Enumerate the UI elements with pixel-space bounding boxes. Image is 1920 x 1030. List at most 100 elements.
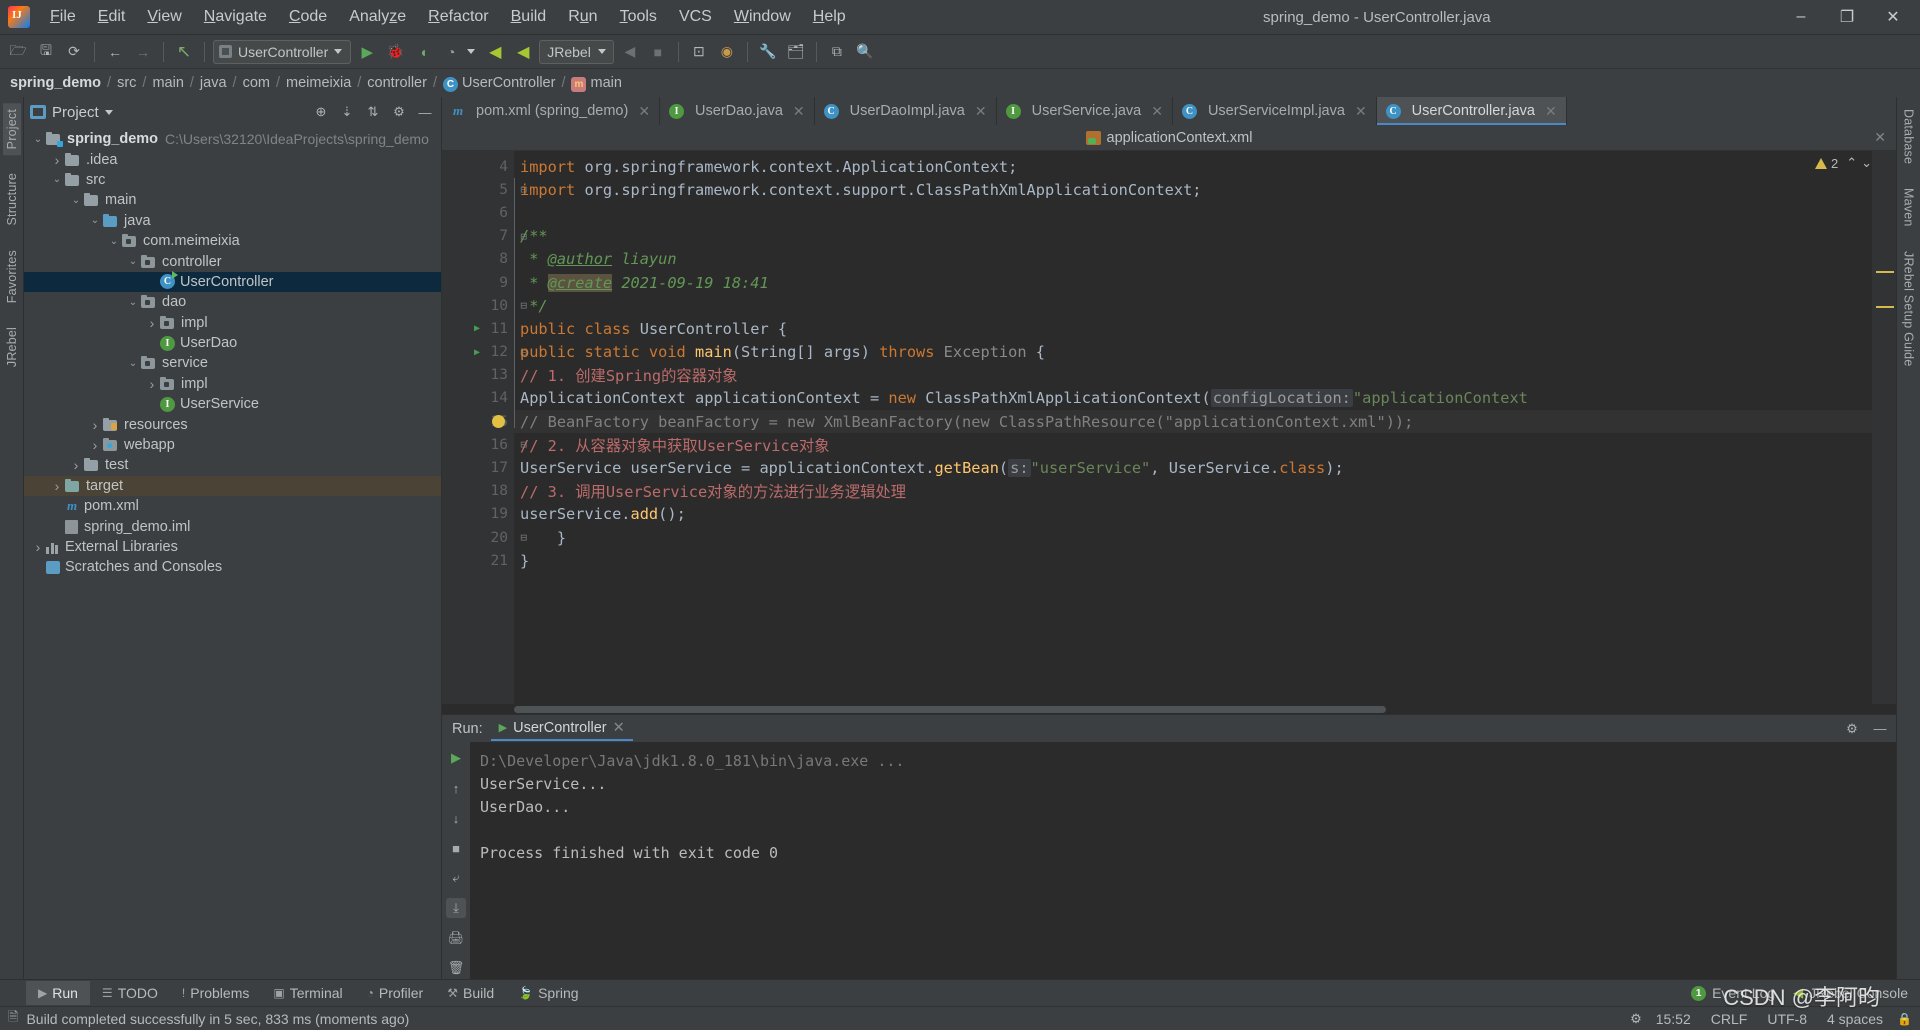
chevron-down-icon[interactable] [104, 109, 113, 115]
structure-icon[interactable]: ◉ [715, 40, 739, 64]
gutter-line-18[interactable]: 18 [442, 480, 514, 503]
forward-arrow-icon[interactable]: → [131, 40, 155, 64]
back-arrow-icon[interactable]: ← [103, 40, 127, 64]
breadcrumb-item-meimeixia[interactable]: meimeixia [286, 75, 351, 91]
editor-tab-usercontroller[interactable]: C UserController.java ✕ [1376, 97, 1567, 125]
tree-node-external-libraries[interactable]: › External Libraries [24, 537, 441, 557]
update-app-icon[interactable]: ◀ [618, 40, 642, 64]
editor-tab-pom[interactable]: m pom.xml (spring_demo) ✕ [442, 97, 661, 125]
close-icon[interactable]: ✕ [793, 103, 805, 120]
gutter-line-6[interactable]: 6 [442, 201, 514, 224]
bottom-tab-profiler[interactable]: ◔ Profiler [355, 981, 436, 1005]
chevron-right-icon[interactable]: › [68, 457, 84, 473]
breadcrumb-separator[interactable]: / [354, 75, 364, 91]
tree-node-main[interactable]: ⌄ main [24, 190, 441, 210]
chevron-right-icon[interactable]: › [87, 437, 103, 453]
chevron-down-icon[interactable]: ⌄ [1861, 155, 1872, 171]
horizontal-scrollbar[interactable] [442, 704, 1896, 714]
menu-build[interactable]: Build [501, 4, 557, 30]
editor-tab-userdao[interactable]: I UserDao.java ✕ [660, 97, 815, 125]
menu-navigate[interactable]: Navigate [194, 4, 277, 30]
code-editor[interactable]: 45⊟67⊟8910⊟▶11▶12⊟131415⊟16⊟17181920⊟21 … [442, 151, 1896, 704]
gutter-line-20[interactable]: 20 ⊟ [442, 526, 527, 549]
breadcrumb-separator[interactable]: / [273, 75, 283, 91]
trash-icon[interactable]: 🗑 [446, 958, 466, 978]
warning-marker[interactable] [1876, 306, 1894, 308]
code-line-17[interactable]: UserService userService = applicationCon… [514, 456, 1896, 479]
indent-setting[interactable]: 4 spaces [1821, 1011, 1889, 1027]
hide-panel-icon[interactable]: — [1870, 719, 1890, 739]
chevron-down-icon[interactable]: ⌄ [125, 358, 141, 369]
gutter-line-19[interactable]: 19 [442, 503, 514, 526]
tree-node-impl[interactable]: › impl [24, 313, 441, 333]
code-line-12[interactable]: public static void main(String[] args) t… [514, 341, 1896, 364]
code-line-6[interactable] [514, 201, 1896, 224]
settings-icon[interactable]: 🔧 [756, 40, 780, 64]
menu-code[interactable]: Code [279, 4, 337, 30]
code-content[interactable]: import org.springframework.context.Appli… [514, 151, 1896, 704]
error-stripe-bar[interactable] [1872, 151, 1896, 704]
chevron-down-icon[interactable]: ⌄ [125, 256, 141, 267]
breadcrumb-class[interactable]: C UserController [442, 75, 555, 92]
tree-node--idea[interactable]: › .idea [24, 149, 441, 169]
menu-window[interactable]: Window [724, 4, 801, 30]
search-icon[interactable]: 🔍 [853, 40, 877, 64]
settings-icon[interactable]: ⚙ [389, 102, 409, 122]
gutter-line-7[interactable]: 7 ⊟ [442, 225, 527, 248]
menu-help[interactable]: Help [803, 4, 856, 30]
select-opened-file-icon[interactable]: ⊡ [687, 40, 711, 64]
print-icon[interactable]: 🖨 [446, 928, 466, 948]
chevron-down-icon[interactable]: ⌄ [125, 297, 141, 308]
tree-node-target[interactable]: › target [24, 475, 441, 497]
gutter-line-5[interactable]: 5 ⊟ [442, 178, 527, 201]
code-line-14[interactable]: ApplicationContext applicationContext = … [514, 387, 1896, 410]
breadcrumb-separator[interactable]: / [187, 75, 197, 91]
chevron-up-icon[interactable]: ⌃ [1846, 155, 1857, 171]
chevron-right-icon[interactable]: › [144, 315, 160, 331]
breadcrumb-method[interactable]: m main [571, 75, 622, 92]
tree-node-scratches-and-consoles[interactable]: Scratches and Consoles [24, 557, 441, 577]
chevron-right-icon[interactable]: › [87, 417, 103, 433]
bottom-tab-spring[interactable]: 🍃 Spring [506, 981, 590, 1005]
file-encoding[interactable]: UTF-8 [1761, 1011, 1813, 1027]
close-icon[interactable]: ✕ [1545, 103, 1557, 120]
tree-node-spring-demo-iml[interactable]: spring_demo.iml [24, 516, 441, 536]
tree-node-java[interactable]: ⌄ java [24, 211, 441, 231]
open-folder-icon[interactable]: 🗁 [6, 40, 30, 64]
event-log-button[interactable]: 1 Event Log [1691, 983, 1775, 1003]
code-line-5[interactable]: import org.springframework.context.suppo… [514, 178, 1896, 201]
gutter-line-10[interactable]: 10 ⊟ [442, 294, 527, 317]
chevron-down-icon[interactable]: ⌄ [87, 215, 103, 226]
line-separator[interactable]: CRLF [1705, 1011, 1754, 1027]
wrap-text-icon[interactable]: ⤶ [446, 868, 466, 888]
tree-node-controller[interactable]: ⌄ controller [24, 251, 441, 271]
bottom-tab-problems[interactable]: ! Problems [170, 981, 261, 1005]
tree-node-usercontroller[interactable]: C UserController [24, 271, 441, 293]
tree-node-service[interactable]: ⌄ service [24, 353, 441, 373]
menu-run[interactable]: Run [558, 4, 607, 30]
breadcrumb-item-java[interactable]: java [200, 75, 227, 91]
run-gutter-icon[interactable]: ▶ [474, 347, 480, 358]
settings-icon[interactable]: ⚙ [1842, 719, 1862, 739]
breadcrumb-item-com[interactable]: com [243, 75, 270, 91]
up-arrow-icon[interactable]: ↑ [446, 778, 466, 798]
profile-icon[interactable]: ◔ [439, 40, 463, 64]
project-structure-icon[interactable]: 🗂 [784, 40, 808, 64]
rail-tab-jrebel-setup-guide[interactable]: JRebel Setup Guide [1900, 245, 1918, 372]
gutter-line-12[interactable]: ▶ 12 ⊟ [442, 341, 527, 364]
close-icon[interactable]: ✕ [1355, 103, 1367, 120]
rail-tab-maven[interactable]: Maven [1900, 182, 1918, 233]
code-line-20[interactable]: } [514, 526, 1896, 549]
rail-tab-favorites[interactable]: Favorites [3, 244, 21, 309]
chevron-right-icon[interactable]: › [49, 152, 65, 168]
run-icon[interactable]: ▶ [355, 40, 379, 64]
menu-vcs[interactable]: VCS [669, 4, 722, 30]
tree-node-test[interactable]: › test [24, 455, 441, 475]
chevron-right-icon[interactable]: › [30, 539, 46, 555]
chevron-down-icon[interactable]: ⌄ [30, 134, 46, 145]
tree-node-src[interactable]: ⌄ src [24, 170, 441, 190]
editor-tab-userdaoimpl[interactable]: C UserDaoImpl.java ✕ [815, 97, 997, 125]
menu-view[interactable]: View [137, 4, 191, 30]
breadcrumb-separator[interactable]: / [104, 75, 114, 91]
tree-node-userservice[interactable]: I UserService [24, 394, 441, 414]
